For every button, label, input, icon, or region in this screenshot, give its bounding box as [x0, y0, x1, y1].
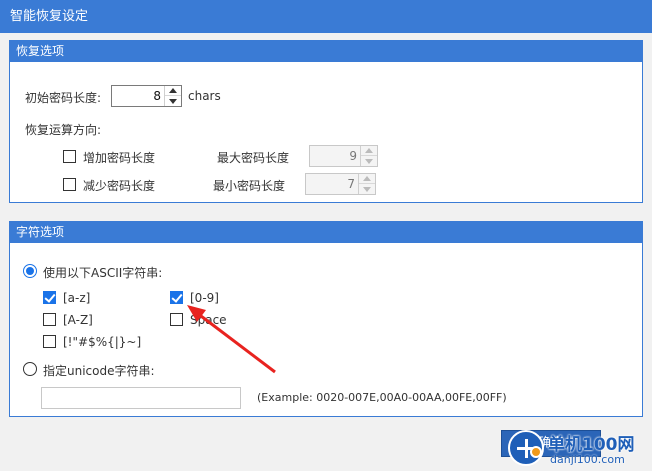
watermark-url: danji100.com: [550, 453, 625, 466]
annotation-arrow-icon: [187, 305, 276, 374]
watermark-dot-icon: [530, 446, 542, 458]
watermark-name: 单机100网: [548, 435, 635, 455]
watermark-logo: 单机100网 danji100.com: [508, 428, 652, 471]
